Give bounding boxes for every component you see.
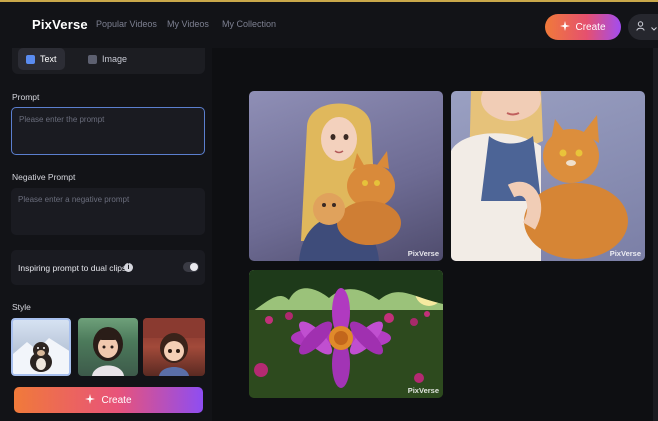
style-option-1[interactable] <box>11 318 71 376</box>
create-button[interactable]: Create <box>14 387 203 413</box>
toggle-knob <box>190 263 198 271</box>
sparkle-icon <box>85 393 96 407</box>
tab-text[interactable]: Text <box>18 48 65 70</box>
tab-image-label: Image <box>102 54 128 64</box>
nav-my-videos[interactable]: My Videos <box>167 19 209 29</box>
negative-prompt-label: Negative Prompt <box>12 172 76 182</box>
gallery-video-3[interactable]: PixVerse <box>249 270 443 398</box>
text-mode-icon <box>26 54 35 64</box>
image-mode-icon <box>88 54 97 64</box>
inspiring-prompt-label: Inspiring prompt to dual clips <box>18 263 127 273</box>
prompt-placeholder: Please enter the prompt <box>19 115 105 124</box>
chevron-down-icon <box>651 18 657 36</box>
gallery-video-2[interactable]: PixVerse <box>451 91 645 261</box>
inspiring-prompt-row: Inspiring prompt to dual clips i <box>11 250 205 285</box>
style-option-3[interactable] <box>143 318 205 376</box>
mode-switcher: Text Image <box>12 48 205 74</box>
negative-prompt-input[interactable]: Please enter a negative prompt <box>11 188 205 235</box>
user-menu-button[interactable] <box>628 14 658 40</box>
nav-popular-videos[interactable]: Popular Videos <box>96 19 157 29</box>
page-scrollbar[interactable] <box>653 48 658 421</box>
prompt-label: Prompt <box>12 92 40 102</box>
pixverse-watermark: PixVerse <box>609 249 641 258</box>
tab-text-label: Text <box>40 54 57 64</box>
header-create-label: Create <box>575 21 606 33</box>
user-icon <box>636 18 645 36</box>
prompt-input[interactable]: Please enter the prompt <box>11 107 205 155</box>
header-create-button[interactable]: Create <box>545 14 621 40</box>
gallery-video-1[interactable]: PixVerse <box>249 91 443 261</box>
inspiring-prompt-toggle[interactable] <box>183 262 199 272</box>
nav-my-collection[interactable]: My Collection <box>222 19 276 29</box>
style-option-2[interactable] <box>78 318 138 376</box>
app-logo[interactable]: PixVerse <box>32 17 88 32</box>
pixverse-watermark: PixVerse <box>407 249 439 258</box>
info-icon[interactable]: i <box>124 263 133 272</box>
tab-image[interactable]: Image <box>80 48 135 70</box>
pixverse-watermark: PixVerse <box>407 386 439 395</box>
sparkle-icon <box>560 20 571 34</box>
style-label: Style <box>12 302 31 312</box>
top-bar: PixVerse Popular Videos My Videos My Col… <box>0 0 658 48</box>
create-button-label: Create <box>101 394 132 406</box>
negative-prompt-placeholder: Please enter a negative prompt <box>18 195 130 204</box>
